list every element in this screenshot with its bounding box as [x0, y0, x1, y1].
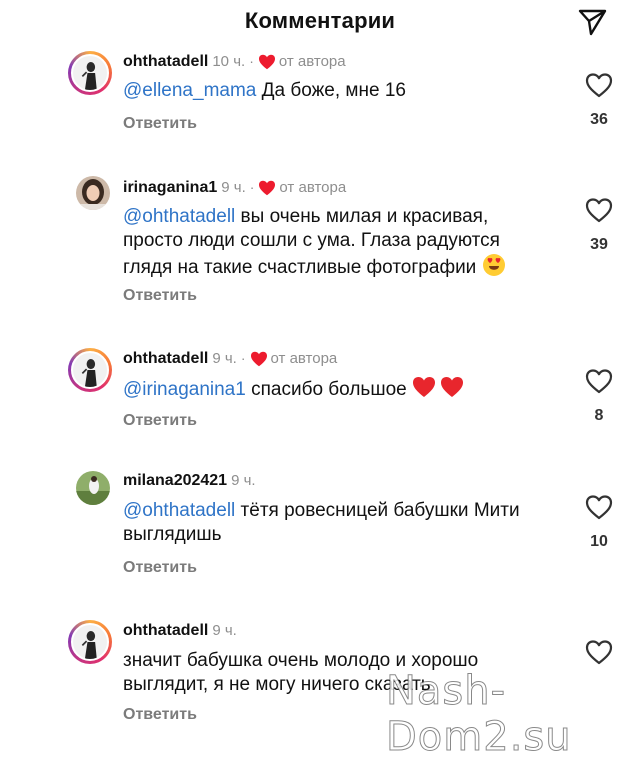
liked-by-author-label: от автора	[279, 179, 347, 196]
timestamp: 9 ч.	[212, 622, 237, 639]
username[interactable]: ohthatadell	[123, 622, 208, 639]
username[interactable]: ohthatadell	[123, 53, 208, 70]
separator-dot: ·	[240, 350, 246, 366]
separator-dot: ·	[249, 179, 255, 195]
timestamp: 10 ч.	[212, 53, 246, 70]
comment-body: спасибо большое	[245, 379, 412, 400]
comment-text: @ohthatadell тётя ровесницей бабушки Мит…	[123, 499, 523, 547]
mention-link[interactable]: @irinaganina1	[123, 379, 246, 400]
avatar[interactable]	[68, 51, 112, 95]
avatar[interactable]	[68, 620, 112, 664]
reply-button[interactable]: Ответить	[123, 287, 197, 305]
like-count: 36	[590, 111, 608, 128]
comment-text: @irinaganina1 спасибо большое	[123, 376, 573, 402]
comment-meta: ohthatadell 10 ч. · от автора	[123, 53, 346, 73]
reply-button[interactable]: Ответить	[123, 559, 197, 577]
comment-meta: milana202421 9 ч.	[123, 472, 256, 492]
comment-body: Да боже, мне 16	[256, 80, 406, 101]
mention-link[interactable]: @ohthatadell	[123, 206, 235, 227]
username[interactable]: milana202421	[123, 472, 227, 489]
profile-photo-icon	[73, 56, 107, 90]
username[interactable]: ohthatadell	[123, 350, 208, 367]
mention-link[interactable]: @ellena_mama	[123, 80, 256, 101]
profile-photo-icon	[73, 625, 107, 659]
red-heart-emoji-icon	[412, 377, 435, 397]
like-count: 8	[594, 407, 604, 424]
comment-meta: irinaganina1 9 ч. · от автора	[123, 179, 346, 199]
watermark: Nash-Dom2.su	[386, 668, 572, 760]
profile-photo-icon	[73, 353, 107, 387]
comment-meta: ohthatadell 9 ч. · от автора	[123, 350, 337, 370]
heart-icon	[259, 180, 276, 196]
send-icon[interactable]	[576, 6, 608, 38]
reply-button[interactable]: Ответить	[123, 412, 197, 430]
heart-icon	[250, 351, 267, 367]
heart-outline-icon[interactable]	[585, 197, 613, 223]
like-count: 10	[590, 533, 608, 550]
avatar[interactable]	[76, 176, 110, 210]
username[interactable]: irinaganina1	[123, 179, 217, 196]
liked-by-author-label: от автора	[278, 53, 346, 70]
heart-outline-icon[interactable]	[585, 639, 613, 665]
avatar[interactable]	[68, 348, 112, 392]
red-heart-emoji-icon	[440, 377, 463, 397]
like-count: 39	[590, 236, 608, 253]
comment-meta: ohthatadell 9 ч.	[123, 622, 237, 642]
comment-text: @ellena_mama Да боже, мне 16	[123, 79, 573, 103]
avatar[interactable]	[76, 471, 110, 505]
heart-icon	[258, 54, 275, 70]
heart-outline-icon[interactable]	[585, 494, 613, 520]
profile-photo-icon	[76, 176, 110, 210]
comment-text: @ohthatadell вы очень милая и красивая, …	[123, 205, 553, 280]
timestamp: 9 ч.	[221, 179, 246, 196]
profile-photo-icon	[76, 471, 110, 505]
timestamp: 9 ч.	[231, 472, 256, 489]
heart-outline-icon[interactable]	[585, 72, 613, 98]
reply-button[interactable]: Ответить	[123, 706, 197, 724]
timestamp: 9 ч.	[212, 350, 237, 367]
heart-outline-icon[interactable]	[585, 368, 613, 394]
page-title: Комментарии	[244, 8, 396, 33]
mention-link[interactable]: @ohthatadell	[123, 500, 235, 521]
separator-dot: ·	[249, 53, 254, 69]
header-bar: Комментарии	[0, 0, 640, 44]
heart-eyes-emoji-icon	[482, 254, 505, 276]
reply-button[interactable]: Ответить	[123, 115, 197, 133]
liked-by-author-label: от автора	[270, 350, 338, 367]
